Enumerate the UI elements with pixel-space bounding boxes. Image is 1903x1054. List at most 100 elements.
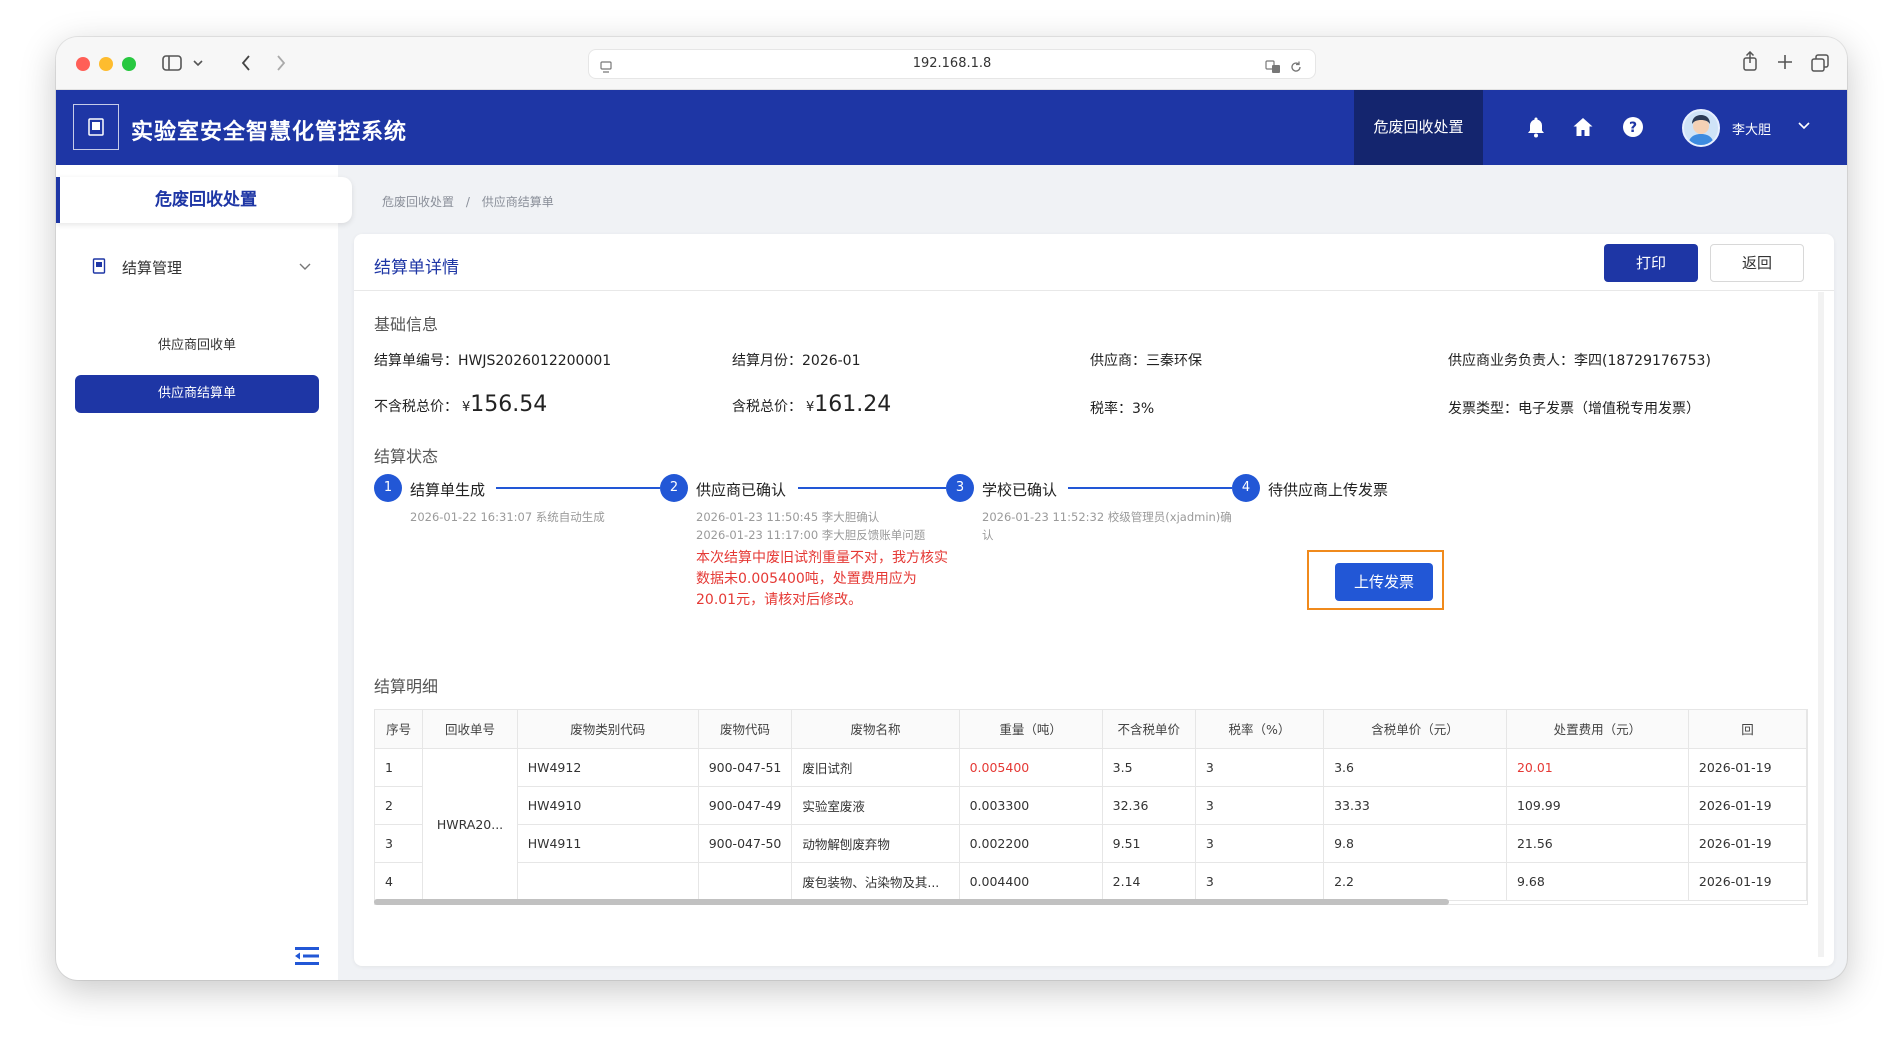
nav-hazardous-waste[interactable]: 危废回收处置 (1354, 90, 1483, 165)
back-arrow-icon[interactable] (240, 54, 252, 75)
print-button[interactable]: 打印 (1604, 244, 1698, 282)
minimize-window-button[interactable] (99, 57, 113, 71)
maximize-window-button[interactable] (122, 57, 136, 71)
avatar[interactable] (1682, 109, 1720, 147)
card-vertical-scrollbar[interactable] (1818, 292, 1824, 957)
cell-category: HW4911 (517, 824, 699, 863)
bell-icon[interactable] (1523, 114, 1549, 140)
cell-tax-rate: 3 (1195, 824, 1325, 863)
cell-fee: 109.99 (1506, 786, 1689, 825)
column-header: 不含税单价 (1102, 710, 1196, 749)
collapse-menu-icon[interactable] (294, 945, 320, 971)
sidebar-toggle-icon[interactable] (162, 55, 182, 74)
cell-tax-price: 2.2 (1323, 862, 1507, 901)
settlement-detail-table: 序号 回收单号 废物类别代码 废物代码 废物名称 重量（吨） 不含税单价 税率（… (374, 709, 1808, 905)
chevron-down-icon[interactable] (192, 56, 204, 72)
tax-inclusive-total: 含税总价： ¥161.24 (732, 392, 891, 417)
cell-code: 900-047-50 (698, 824, 793, 863)
invoice-type: 发票类型：电子发票（增值税专用发票） (1448, 401, 1700, 417)
translate-icon[interactable] (1265, 57, 1281, 85)
home-icon[interactable] (1570, 114, 1596, 140)
cell-fee: 9.68 (1506, 862, 1689, 901)
table-header-row: 序号 回收单号 废物类别代码 废物代码 废物名称 重量（吨） 不含税单价 税率（… (375, 710, 1807, 749)
cell-seq: 2 (375, 786, 424, 825)
cell-name: 废包装物、沾染物及其... (791, 862, 960, 901)
address-bar[interactable]: 192.168.1.8 (588, 49, 1316, 79)
sidebar: 危废回收处置 结算管理 供应商回收单 供应商结算单 (56, 165, 352, 980)
step-1-number: 1 (374, 474, 402, 502)
user-menu-chevron-icon[interactable] (1796, 117, 1812, 137)
step-1-desc: 2026-01-22 16:31:07 系统自动生成 (410, 510, 605, 524)
cell-weight: 0.003300 (959, 786, 1103, 825)
sidebar-item-supplier-settlement[interactable]: 供应商结算单 (75, 375, 319, 413)
column-header: 废物名称 (791, 710, 960, 749)
step-4-number: 4 (1232, 474, 1260, 502)
supplier-contact: 供应商业务负责人：李四(18729176753) (1448, 353, 1711, 369)
detail-title: 结算明细 (374, 677, 439, 696)
supplier-name: 供应商：三秦环保 (1090, 353, 1202, 369)
step-3-desc: 2026-01-23 11:52:32 校级管理员(xjadmin)确 认 (982, 510, 1232, 542)
column-header: 税率（%） (1195, 710, 1325, 749)
column-header: 序号 (375, 710, 424, 749)
cell-name: 废旧试剂 (791, 748, 960, 787)
cell-category: HW4912 (517, 748, 699, 787)
user-name[interactable]: 李大胆 (1732, 119, 1771, 138)
settlement-detail-card: 结算单详情 打印 返回 基础信息 结算单编号：HWJS2026012200001… (354, 234, 1834, 966)
step-2-label: 供应商已确认 (696, 481, 787, 499)
cell-tax-rate: 3 (1195, 862, 1325, 901)
upload-invoice-button[interactable]: 上传发票 (1335, 563, 1433, 601)
reload-icon[interactable] (1289, 57, 1303, 85)
status-title: 结算状态 (374, 447, 439, 466)
back-button[interactable]: 返回 (1710, 244, 1804, 282)
basic-info-title: 基础信息 (374, 315, 439, 334)
step-connector (798, 487, 946, 489)
app-header: 实验室安全智慧化管控系统 危废回收处置 ? 李大胆 (56, 90, 1847, 165)
cell-name: 实验室废液 (791, 786, 960, 825)
cell-date: 2026-01-19 (1688, 786, 1807, 825)
sidebar-group-label: 结算管理 (122, 259, 183, 277)
step-2-desc: 2026-01-23 11:50:45 李大胆确认 2026-01-23 11:… (696, 510, 926, 542)
document-icon (92, 258, 106, 278)
cell-weight: 0.005400 (959, 748, 1103, 787)
close-window-button[interactable] (76, 57, 90, 71)
cell-name: 动物解刨废弃物 (791, 824, 960, 863)
cell-pretax-price: 2.14 (1102, 862, 1196, 901)
svg-text:?: ? (1629, 120, 1637, 136)
table-horizontal-scrollbar[interactable] (374, 899, 1449, 905)
cell-weight: 0.004400 (959, 862, 1103, 901)
upload-highlight-box: 上传发票 (1307, 550, 1444, 610)
cell-seq: 1 (375, 748, 424, 787)
table-row: 1 HWRA20... HW4912 900-047-51 废旧试剂 0.005… (375, 748, 1807, 901)
new-tab-icon[interactable] (1777, 54, 1793, 73)
sidebar-item-supplier-receipt[interactable]: 供应商回收单 (75, 327, 319, 365)
forward-arrow-icon[interactable] (275, 54, 287, 75)
chevron-down-icon[interactable] (298, 259, 312, 277)
share-icon[interactable] (1742, 50, 1758, 74)
user-avatar-icon (1688, 115, 1714, 145)
settlement-month: 结算月份：2026-01 (732, 353, 861, 369)
url-text: 192.168.1.8 (912, 56, 992, 71)
pretax-total: 不含税总价： ¥156.54 (374, 392, 547, 417)
cell-weight: 0.002200 (959, 824, 1103, 863)
cell-code: 900-047-51 (698, 748, 793, 787)
cell-seq: 4 (375, 862, 424, 901)
sidebar-section-title[interactable]: 危废回收处置 (56, 177, 352, 223)
tab-overview-icon[interactable] (1811, 54, 1829, 75)
breadcrumb-item-hazardous-waste[interactable]: 危废回收处置 (382, 195, 454, 209)
cell-date: 2026-01-19 (1688, 824, 1807, 863)
cell-pretax-price: 9.51 (1102, 824, 1196, 863)
app-logo (73, 104, 119, 150)
column-header: 回 (1688, 710, 1807, 749)
step-4-label: 待供应商上传发票 (1268, 481, 1389, 499)
sidebar-group-settlement[interactable]: 结算管理 (92, 255, 312, 279)
cell-category: HW4910 (517, 786, 699, 825)
step-1-label: 结算单生成 (410, 481, 486, 499)
cell-date: 2026-01-19 (1688, 862, 1807, 901)
cell-tax-price: 3.6 (1323, 748, 1507, 787)
tax-rate: 税率：3% (1090, 401, 1155, 417)
page-settings-icon[interactable] (599, 57, 613, 85)
help-icon[interactable]: ? (1620, 114, 1646, 140)
logo-icon (88, 118, 104, 136)
table-row: 3 HW4911 900-047-50 动物解刨废弃物 0.002200 9.5… (375, 824, 1807, 863)
cell-fee: 21.56 (1506, 824, 1689, 863)
